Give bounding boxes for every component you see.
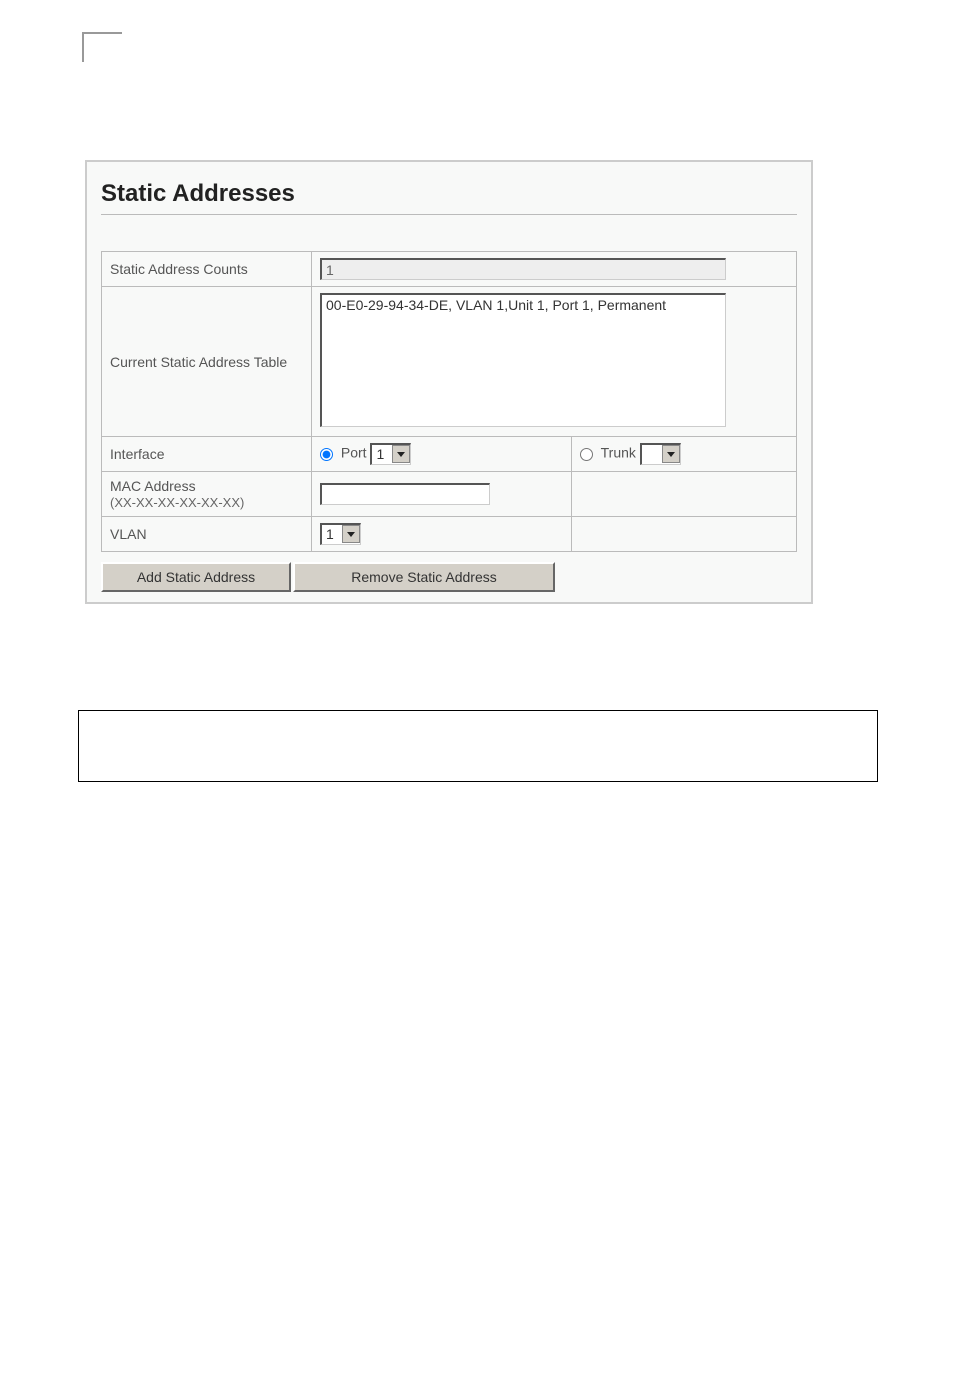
chevron-down-icon[interactable] (342, 525, 360, 543)
cell-mac-empty (572, 472, 797, 517)
remove-static-address-button[interactable]: Remove Static Address (293, 562, 555, 592)
cell-interface-port: Port 1 (312, 437, 572, 472)
cell-static-address-counts (312, 252, 797, 287)
radio-port-label: Port (341, 445, 367, 461)
config-table: Static Address Counts Current Static Add… (101, 251, 797, 552)
cell-vlan: 1 (312, 517, 572, 552)
radio-trunk-label: Trunk (601, 445, 636, 461)
button-row: Add Static AddressRemove Static Address (101, 562, 797, 592)
page-corner-mark (82, 32, 122, 62)
page-title: Static Addresses (101, 180, 797, 215)
static-address-counts-field (320, 258, 726, 280)
label-vlan: VLAN (102, 517, 312, 552)
trunk-select[interactable] (640, 443, 681, 465)
vlan-select[interactable]: 1 (320, 523, 361, 545)
radio-port[interactable] (320, 448, 333, 461)
port-select-value: 1 (372, 445, 392, 463)
mac-address-input[interactable] (320, 483, 490, 505)
mac-label-text: MAC Address (110, 478, 196, 494)
cell-current-static-address-table: 00-E0-29-94-34-DE, VLAN 1,Unit 1, Port 1… (312, 287, 797, 437)
cell-mac-address (312, 472, 572, 517)
vlan-select-value: 1 (322, 525, 342, 543)
radio-trunk[interactable] (580, 448, 593, 461)
current-static-address-list[interactable]: 00-E0-29-94-34-DE, VLAN 1,Unit 1, Port 1… (320, 293, 726, 427)
chevron-down-icon[interactable] (392, 445, 410, 463)
list-item[interactable]: 00-E0-29-94-34-DE, VLAN 1,Unit 1, Port 1… (326, 297, 721, 313)
label-static-address-counts: Static Address Counts (102, 252, 312, 287)
static-addresses-panel: Static Addresses Static Address Counts C… (85, 160, 813, 604)
port-select[interactable]: 1 (370, 443, 411, 465)
label-current-static-address-table: Current Static Address Table (102, 287, 312, 437)
cell-interface-trunk: Trunk (572, 437, 797, 472)
add-static-address-button[interactable]: Add Static Address (101, 562, 291, 592)
mac-label-format: (XX-XX-XX-XX-XX-XX) (110, 495, 244, 510)
chevron-down-icon[interactable] (662, 445, 680, 463)
label-interface: Interface (102, 437, 312, 472)
lower-empty-box (78, 710, 878, 782)
cell-vlan-empty (572, 517, 797, 552)
label-mac-address: MAC Address (XX-XX-XX-XX-XX-XX) (102, 472, 312, 517)
